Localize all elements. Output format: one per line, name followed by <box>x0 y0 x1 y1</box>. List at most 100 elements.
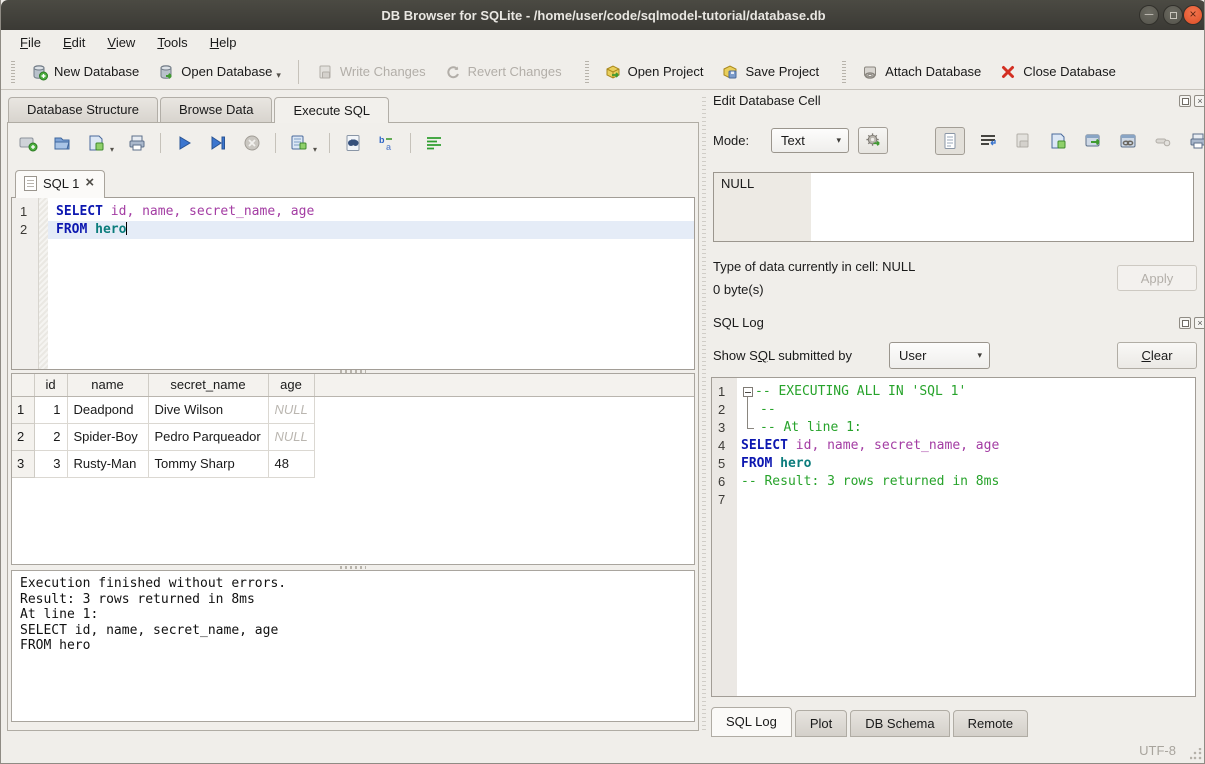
tab-plot[interactable]: Plot <box>795 710 847 737</box>
word-wrap-cell-button[interactable] <box>976 129 1000 153</box>
sql-log-view[interactable]: 1 2 3 4 5 6 7 -- EXECUTING ALL IN 'SQL 1… <box>711 377 1196 697</box>
float-dock-icon[interactable] <box>1179 317 1191 329</box>
menu-help[interactable]: Help <box>199 32 248 53</box>
cell-value-editor[interactable]: NULL <box>713 172 1194 242</box>
set-null-button[interactable] <box>1151 129 1175 153</box>
open-project-button[interactable]: Open Project <box>595 58 713 86</box>
close-dock-icon[interactable]: × <box>1194 317 1205 329</box>
auto-switch-mode-button[interactable] <box>858 127 888 154</box>
log-line: -- <box>737 401 1195 419</box>
tab-database-structure[interactable]: Database Structure <box>8 97 158 123</box>
table-row[interactable]: 3 3 Rusty-Man Tommy Sharp 48 <box>12 450 695 477</box>
save-results-button[interactable] <box>288 132 310 154</box>
new-tab-icon <box>18 133 38 153</box>
chevron-down-icon: ▾ <box>836 135 841 146</box>
cell-secret-name[interactable]: Tommy Sharp <box>148 450 268 477</box>
toolbar-handle[interactable] <box>11 61 15 83</box>
export-data-button[interactable] <box>1046 129 1070 153</box>
window-title: DB Browser for SQLite - /home/user/code/… <box>381 8 825 23</box>
cell-age[interactable]: 48 <box>268 450 314 477</box>
menu-file[interactable]: File <box>9 32 52 53</box>
text-mode-button[interactable] <box>935 127 965 155</box>
word-wrap-button[interactable] <box>423 132 445 154</box>
tab-sql-log[interactable]: SQL Log <box>711 707 792 737</box>
toolbar-handle[interactable] <box>585 61 589 83</box>
cell-age[interactable]: NULL <box>268 423 314 450</box>
column-header-name[interactable]: name <box>67 374 148 396</box>
close-dock-icon[interactable]: × <box>1194 95 1205 107</box>
print-icon <box>127 133 147 153</box>
menu-tools[interactable]: Tools <box>146 32 198 53</box>
column-header-age[interactable]: age <box>268 374 314 396</box>
execute-icon <box>174 133 194 153</box>
cell-age[interactable]: NULL <box>268 396 314 423</box>
minimize-button[interactable]: ─ <box>1139 5 1159 25</box>
submitted-by-select[interactable]: User ▾ <box>889 342 990 369</box>
close-icon: × <box>1189 8 1196 20</box>
syntax-check-button[interactable]: ba <box>376 132 398 154</box>
cell-name[interactable]: Deadpond <box>67 396 148 423</box>
cell-secret-name[interactable]: Pedro Parqueador <box>148 423 268 450</box>
clear-log-button[interactable]: Clear <box>1117 342 1197 369</box>
row-header[interactable]: 2 <box>12 423 34 450</box>
resize-grip[interactable] <box>1190 748 1202 760</box>
open-sql-file-button[interactable] <box>51 132 73 154</box>
tab-browse-data[interactable]: Browse Data <box>160 97 272 123</box>
stop-execution-button[interactable] <box>241 132 263 154</box>
panel-splitter[interactable] <box>702 97 706 731</box>
table-row[interactable]: 2 2 Spider-Boy Pedro Parqueador NULL <box>12 423 695 450</box>
tab-remote[interactable]: Remote <box>953 710 1029 737</box>
maximize-button[interactable] <box>1163 5 1183 25</box>
open-database-icon <box>157 63 175 81</box>
cell-id[interactable]: 1 <box>34 396 67 423</box>
sql-1-tab[interactable]: SQL 1 × <box>15 170 105 198</box>
close-database-button[interactable]: Close Database <box>990 58 1125 86</box>
tab-execute-sql[interactable]: Execute SQL <box>274 97 389 123</box>
set-null-icon <box>1153 131 1173 151</box>
open-in-external-button[interactable] <box>1081 129 1105 153</box>
new-database-button[interactable]: New Database <box>21 58 148 86</box>
revert-changes-button[interactable]: Revert Changes <box>435 58 571 86</box>
find-button[interactable] <box>342 132 364 154</box>
tab-db-schema[interactable]: DB Schema <box>850 710 949 737</box>
sql-editor[interactable]: 1 2 SELECT id, name, secret_name, age FR… <box>11 197 695 370</box>
cell-name[interactable]: Spider-Boy <box>67 423 148 450</box>
save-project-button[interactable]: Save Project <box>712 58 828 86</box>
attach-database-button[interactable]: Attach Database <box>852 58 990 86</box>
new-sql-tab-button[interactable] <box>17 132 39 154</box>
encoding-indicator[interactable]: UTF-8 <box>1139 743 1176 758</box>
row-header[interactable]: 3 <box>12 450 34 477</box>
editor-line-numbers: 1 2 <box>12 198 39 369</box>
cell-name[interactable]: Rusty-Man <box>67 450 148 477</box>
column-header-secret-name[interactable]: secret_name <box>148 374 268 396</box>
toolbar-handle[interactable] <box>842 61 846 83</box>
table-row[interactable]: 1 1 Deadpond Dive Wilson NULL <box>12 396 695 423</box>
menu-edit[interactable]: Edit <box>52 32 96 53</box>
write-changes-button[interactable]: Write Changes <box>307 58 435 86</box>
table-corner[interactable] <box>12 374 34 396</box>
import-data-button[interactable] <box>1011 129 1035 153</box>
open-database-button[interactable]: Open Database ▾ <box>148 58 290 86</box>
cell-id[interactable]: 2 <box>34 423 67 450</box>
editor-code-area[interactable]: SELECT id, name, secret_name, age FROM h… <box>48 198 694 369</box>
close-tab-icon[interactable]: × <box>85 176 94 190</box>
execute-current-line-button[interactable] <box>207 132 229 154</box>
row-header[interactable]: 1 <box>12 396 34 423</box>
float-dock-icon[interactable] <box>1179 95 1191 107</box>
cell-secret-name[interactable]: Dive Wilson <box>148 396 268 423</box>
cell-id[interactable]: 3 <box>34 450 67 477</box>
apply-button[interactable]: Apply <box>1117 265 1197 291</box>
results-messages-splitter[interactable] <box>340 566 366 569</box>
mode-select[interactable]: Text ▾ <box>771 128 849 153</box>
text-cursor <box>126 222 127 235</box>
close-button[interactable]: × <box>1183 5 1203 25</box>
menu-view[interactable]: View <box>96 32 146 53</box>
print-sql-button[interactable] <box>126 132 148 154</box>
print-cell-button[interactable] <box>1186 129 1205 153</box>
fold-line <box>741 401 755 419</box>
fold-marker-icon[interactable] <box>741 383 755 401</box>
save-sql-file-button[interactable] <box>85 132 107 154</box>
copy-link-button[interactable] <box>1116 129 1140 153</box>
execute-all-button[interactable] <box>173 132 195 154</box>
column-header-id[interactable]: id <box>34 374 67 396</box>
